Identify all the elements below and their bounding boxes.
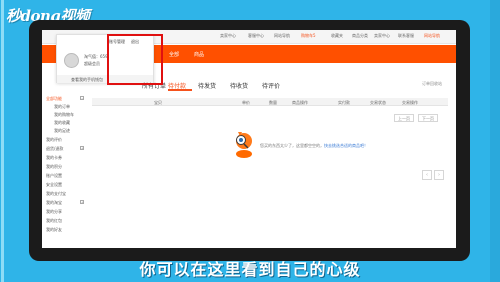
scroll-arrows: ‹ › xyxy=(422,170,444,180)
order-recycle-link[interactable]: 订单回收站 xyxy=(422,81,442,87)
sidebar-item-coupons[interactable]: 我的卡券 xyxy=(46,155,62,161)
sidebar-item-cart[interactable]: 我的购物车 xyxy=(54,112,74,118)
table-header: 实付款 xyxy=(338,100,350,105)
active-tab-indicator xyxy=(168,89,192,91)
sidebar-item-redpacket[interactable]: 我的红包 xyxy=(46,218,62,224)
tab-pending-review[interactable]: 待评价 xyxy=(262,81,280,90)
expand-icon[interactable]: + xyxy=(80,200,84,204)
top-link[interactable]: 商品分类 xyxy=(352,33,368,39)
cart-link[interactable]: 购物车5 xyxy=(301,33,316,39)
expand-icon[interactable]: + xyxy=(80,146,84,150)
browser-screen: 卖家中心 客服中心 网站导航 购物车5 收藏夹 商品分类 卖家中心 联系客服 网… xyxy=(42,30,456,248)
background-stripe-left xyxy=(1,0,4,282)
empty-state-text: 您买的东西太少了，这里都空空的，快去挑选合适的商品吧！ xyxy=(260,143,368,149)
sidebar-item-points[interactable]: 我的积分 xyxy=(46,164,62,170)
highlight-annotation xyxy=(107,34,163,85)
sidebar-item-account[interactable]: 账户设置 xyxy=(46,173,62,179)
avatar[interactable] xyxy=(64,53,79,68)
table-header: 商品操作 xyxy=(292,100,308,105)
seller-center-link[interactable]: 卖家中心 xyxy=(374,33,390,39)
naughty-value: 淘气值：659 xyxy=(84,54,108,59)
chevron-right-icon[interactable]: › xyxy=(434,170,444,180)
sidebar-item-refund[interactable]: 退货/退款 xyxy=(46,146,63,152)
table-header: 单价 xyxy=(242,100,250,105)
sidebar-item-alipay[interactable]: 我的支付宝 xyxy=(46,191,66,197)
member-level[interactable]: 超级会员 xyxy=(84,61,100,67)
empty-state-link[interactable]: 快去挑选合适的商品吧！ xyxy=(324,143,368,148)
nav-item-goods[interactable]: 商品 xyxy=(194,51,204,58)
sidebar-item-security[interactable]: 安全设置 xyxy=(46,182,62,188)
tab-pending-shipment[interactable]: 待发货 xyxy=(198,81,216,90)
sidebar-item-footprint[interactable]: 我的足迹 xyxy=(54,128,70,134)
sidebar-item-friends[interactable]: 我的好友 xyxy=(46,227,62,233)
site-nav-link[interactable]: 网站导航 xyxy=(424,33,440,39)
chevron-left-icon[interactable]: ‹ xyxy=(422,170,432,180)
video-subtitle: 你可以在这里看到自己的心级 xyxy=(139,260,361,279)
order-table-header: 宝贝 单价 数量 商品操作 实付款 交易状态 交易操作 xyxy=(92,98,448,106)
sidebar-item-orders[interactable]: 我的订单 xyxy=(54,104,70,110)
top-link[interactable]: 客服中心 xyxy=(248,33,264,39)
favorites-link[interactable]: 收藏夹 xyxy=(331,33,343,39)
table-header: 交易状态 xyxy=(370,100,386,105)
prev-page-button[interactable]: 上一页 xyxy=(394,114,414,122)
contact-link[interactable]: 联系客服 xyxy=(398,33,414,39)
table-header: 宝贝 xyxy=(154,100,162,105)
top-link[interactable]: 卖家中心 xyxy=(220,33,236,39)
tab-pending-receipt[interactable]: 待收货 xyxy=(230,81,248,90)
next-page-button[interactable]: 下一页 xyxy=(418,114,438,122)
empty-state-message: 您买的东西太少了，这里都空空的， xyxy=(260,143,324,148)
empty-mascot-icon xyxy=(236,132,252,158)
nav-item-all[interactable]: 全部 xyxy=(169,51,179,58)
collapse-icon[interactable]: − xyxy=(80,96,84,100)
top-link[interactable]: 网站导航 xyxy=(274,33,290,39)
sidebar-item-all[interactable]: 全部功能 xyxy=(46,96,62,102)
sidebar-item-taobao[interactable]: 我的淘宝 xyxy=(46,200,62,206)
sidebar-item-favorites[interactable]: 我的收藏 xyxy=(54,120,70,126)
background-stripe-right xyxy=(490,0,500,282)
table-header: 交易操作 xyxy=(402,100,418,105)
table-header: 数量 xyxy=(269,100,277,105)
sidebar-item-share[interactable]: 我的分享 xyxy=(46,209,62,215)
sidebar-item-reviews[interactable]: 我的评价 xyxy=(46,137,62,143)
sidebar: 全部功能 − 我的订单 我的购物车 我的收藏 我的足迹 我的评价 退货/退款 +… xyxy=(42,86,87,248)
